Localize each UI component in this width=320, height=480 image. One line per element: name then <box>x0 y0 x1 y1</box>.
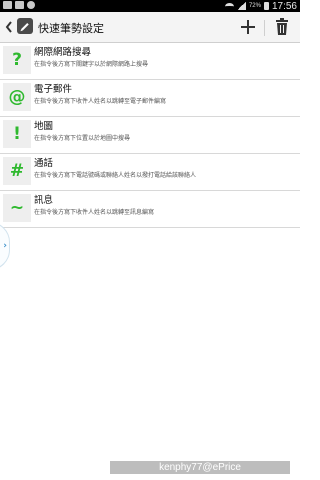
battery-icon <box>263 2 269 10</box>
hash-icon: # <box>3 157 31 185</box>
chevron-right-icon: › <box>3 241 7 251</box>
item-subtitle: 在指令後方寫下收件人姓名以跳轉至訊息編寫 <box>34 209 155 216</box>
item-title: 電子郵件 <box>34 84 73 95</box>
delete-button[interactable] <box>275 18 289 36</box>
add-button[interactable] <box>240 19 256 35</box>
item-title: 網際網路搜尋 <box>34 47 92 58</box>
clock: 17:56 <box>271 0 297 12</box>
battery-percent: 72% <box>248 3 261 9</box>
list-item-email[interactable]: @ 電子郵件 在指令後方寫下收件人姓名以跳轉至電子郵件編寫 <box>0 80 300 117</box>
item-subtitle: 在指令後方寫下收件人姓名以跳轉至電子郵件編寫 <box>34 98 167 105</box>
wifi-icon <box>224 2 234 10</box>
list-item-call[interactable]: # 通話 在指令後方寫下電話號碼或聯絡人姓名以撥打電話給該聯絡人 <box>0 154 300 191</box>
signal-icon <box>236 2 246 10</box>
item-subtitle: 在指令後方寫下位置以於地圖中搜尋 <box>34 135 131 142</box>
side-panel-handle[interactable]: › <box>0 222 10 270</box>
list-item-message[interactable]: ~ 訊息 在指令後方寫下收件人姓名以跳轉至訊息編寫 <box>0 191 300 228</box>
tilde-icon: ~ <box>3 194 31 222</box>
app-icon <box>17 18 33 34</box>
list-item-web-search[interactable]: ? 網際網路搜尋 在指令後方寫下關鍵字以於網際網路上搜尋 <box>0 43 300 80</box>
trash-icon <box>276 18 288 35</box>
image-icon <box>15 1 24 9</box>
notification-icons <box>3 1 35 9</box>
item-title: 訊息 <box>34 195 54 206</box>
item-title: 地圖 <box>34 121 54 132</box>
item-title: 通話 <box>34 158 54 169</box>
back-arrow-icon <box>5 21 12 33</box>
back-button[interactable] <box>2 18 16 36</box>
exclamation-mark-icon: ! <box>3 120 31 148</box>
question-mark-icon: ? <box>3 46 31 74</box>
circle-icon <box>27 1 35 9</box>
item-subtitle: 在指令後方寫下電話號碼或聯絡人姓名以撥打電話給該聯絡人 <box>34 172 197 179</box>
list-item-map[interactable]: ! 地圖 在指令後方寫下位置以於地圖中搜尋 <box>0 117 300 154</box>
plus-icon <box>241 20 255 34</box>
system-icons: 72% 17:56 <box>224 0 297 12</box>
action-divider <box>264 20 265 36</box>
gesture-list: ? 網際網路搜尋 在指令後方寫下關鍵字以於網際網路上搜尋 @ 電子郵件 在指令後… <box>0 43 300 228</box>
item-subtitle: 在指令後方寫下關鍵字以於網際網路上搜尋 <box>34 61 149 68</box>
page-title: 快速筆勢設定 <box>38 22 104 35</box>
status-bar: 72% 17:56 <box>0 0 300 12</box>
at-sign-icon: @ <box>3 83 31 111</box>
image-icon <box>3 1 12 9</box>
watermark: kenphy77@ePrice <box>110 461 290 474</box>
action-bar: 快速筆勢設定 <box>0 12 300 43</box>
